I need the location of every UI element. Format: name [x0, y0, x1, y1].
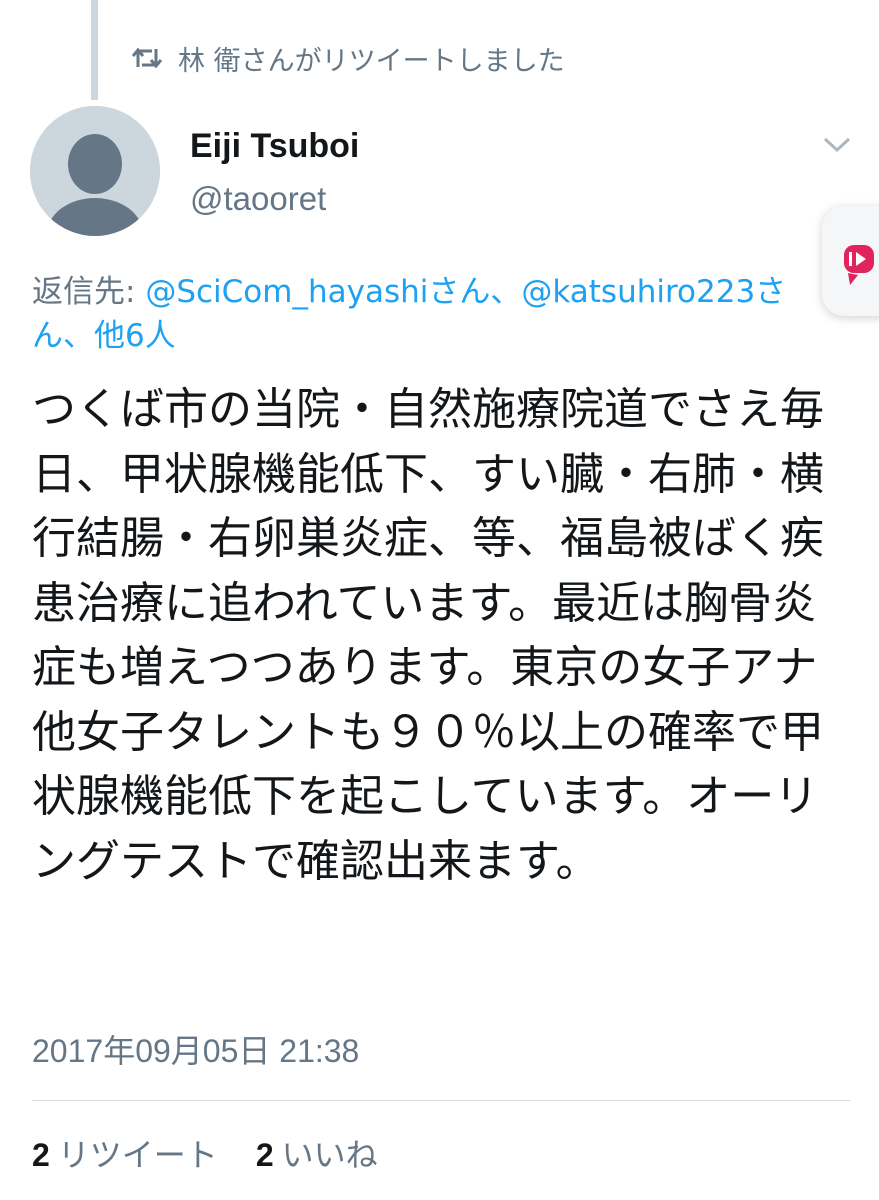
chevron-down-icon	[823, 137, 851, 153]
default-avatar-icon	[30, 106, 160, 236]
avatar[interactable]	[30, 106, 160, 236]
like-label[interactable]: いいね	[282, 1130, 378, 1176]
retweet-count[interactable]: 2	[32, 1137, 50, 1174]
mention-link-scicom[interactable]: @SciCom_hayashiさん、	[145, 274, 521, 310]
reply-to-line: 返信先: @SciCom_hayashiさん、@katsuhiro223さん、他…	[32, 270, 832, 358]
thread-connector-line	[91, 0, 98, 100]
more-options-button[interactable]	[820, 128, 854, 162]
tweet-timestamp[interactable]: 2017年09月05日 21:38	[32, 1026, 359, 1072]
engagement-stats: 2 リツイート 2 いいね	[32, 1130, 378, 1176]
like-count[interactable]: 2	[256, 1137, 274, 1174]
divider	[32, 1100, 850, 1101]
retweet-context-text: 林 衛さんがリツイートしました	[178, 45, 565, 77]
author-handle[interactable]: @taooret	[190, 180, 326, 218]
tweet-text: つくば市の当院・自然施療院道でさえ毎日、甲状腺機能低下、すい臓・右肺・横行結腸・…	[32, 384, 824, 887]
author-name[interactable]: Eiji Tsuboi	[190, 127, 359, 166]
retweet-label[interactable]: リツイート	[58, 1130, 218, 1176]
retweet-context: 林 衛さんがリツイートしました	[132, 38, 565, 78]
play-record-icon	[844, 245, 874, 285]
mention-others-link[interactable]: 他6人	[94, 318, 176, 354]
retweet-icon	[132, 45, 162, 71]
reply-to-prefix: 返信先:	[32, 274, 146, 310]
